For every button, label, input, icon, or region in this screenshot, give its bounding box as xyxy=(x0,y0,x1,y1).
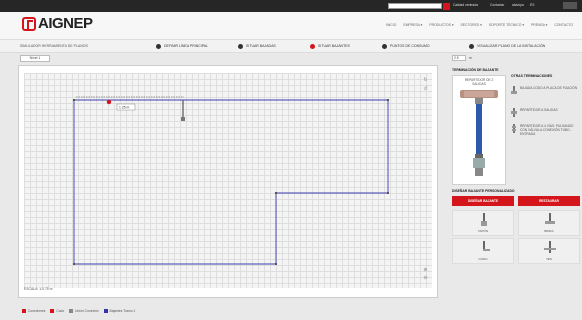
logo-text[interactable]: AIGNEP xyxy=(38,15,93,32)
brida-icon xyxy=(545,213,555,224)
nav-item-soporte[interactable]: SOPORTE TÉCNICO ▾ xyxy=(489,23,524,27)
step-dot-icon xyxy=(382,43,387,49)
bajante-tube-image xyxy=(460,90,498,176)
rotate-icon[interactable]: ↻ xyxy=(423,78,428,83)
nav-item-prensa[interactable]: PRENSA ▾ xyxy=(531,23,547,27)
fitting-codo[interactable]: CODO xyxy=(452,238,514,264)
length-input[interactable]: 2.5 xyxy=(452,55,466,61)
undo-icon[interactable]: ↺ xyxy=(423,87,428,92)
repartidor-icon xyxy=(511,108,517,117)
fitting-brida[interactable]: BRIDA xyxy=(518,210,580,236)
search-input[interactable] xyxy=(388,3,442,9)
custom-title: DISEÑAR BAJANTE PERSONALIZADO xyxy=(452,189,515,193)
option-repartidor-salidas[interactable]: REPARTIDOR A SALIDAS xyxy=(510,108,580,117)
legend-swatch xyxy=(22,309,26,314)
reset-button[interactable]: RESTAURAR xyxy=(518,196,580,206)
fitting-label: BRIDA xyxy=(544,229,554,233)
nav-item-productos[interactable]: PRODUCTOS ▾ xyxy=(429,23,453,27)
search-button[interactable] xyxy=(443,3,450,10)
length-unit: m xyxy=(469,56,472,60)
option-codo-placa[interactable]: BAJADA CODO A PLACA DE FIJACIÓN xyxy=(510,86,580,94)
step-4[interactable]: PUNTOS DE CONSUMO xyxy=(382,43,430,49)
main-nav: INICIO EMPRESA ▾ PRODUCTOS ▾ SECTORES ▾ … xyxy=(380,23,573,27)
user-icon[interactable] xyxy=(563,2,577,9)
top-link-quality[interactable]: Calidad centrada xyxy=(453,3,478,7)
legend-label: Conexiones xyxy=(28,309,46,313)
tes-icon xyxy=(544,241,556,253)
fitting-tapon[interactable]: TAPÓN xyxy=(452,210,514,236)
nav-item-empresa[interactable]: EMPRESA ▾ xyxy=(403,23,422,27)
step-3-active[interactable]: SITUAR BAJANTES xyxy=(310,43,350,49)
nav-item-sectores[interactable]: SECTORES ▾ xyxy=(461,23,482,27)
legend-label: Unión Conexión xyxy=(75,309,99,313)
tab-level-1[interactable]: Nivel 1 xyxy=(20,55,50,62)
design-bajante-button[interactable]: DISEÑAR BAJANTE xyxy=(452,196,514,206)
aignep-logo-icon[interactable] xyxy=(22,17,36,31)
options-title: OTRAS TERMINACIONES xyxy=(511,74,553,78)
tapon-icon xyxy=(481,213,487,226)
codo-fitting-icon xyxy=(483,241,490,251)
repartidor-4-icon xyxy=(512,124,516,133)
page-title: SIMULADOR HERRAMIENTA DE PLANOS xyxy=(20,44,88,48)
legend-swatch xyxy=(103,309,108,314)
top-bar: Calidad centrada Contactar aba/spa ES xyxy=(0,0,582,12)
legend-swatch xyxy=(50,309,55,314)
fitting-label: CODO xyxy=(478,257,488,261)
step-dot-icon xyxy=(156,43,161,49)
codo-icon xyxy=(511,86,517,94)
nav-item-inicio[interactable]: INICIO xyxy=(386,23,396,27)
step-dot-icon xyxy=(469,43,474,49)
nav-item-contacto[interactable]: CONTACTO xyxy=(554,23,573,27)
top-link-contact[interactable]: Contactar xyxy=(490,3,504,7)
top-link-es[interactable]: ES xyxy=(530,3,534,7)
legend-swatch xyxy=(69,309,74,314)
legend: Conexiones Codo Unión Conexión Bajantes … xyxy=(18,309,136,314)
zoom-in-icon[interactable]: ⊕ xyxy=(423,268,428,273)
step-1[interactable]: DEFINIR LÍNEA PRINCIPAL xyxy=(156,43,208,49)
option-repartidor-4-vias[interactable]: REPARTIDOR A 4 VÍAS: PULSANDO CON VÁLVUL… xyxy=(510,124,580,137)
legend-label: Bajantes Tramo 1 xyxy=(109,309,136,313)
scale-label: ESCALA: 1:0.75 m xyxy=(24,287,53,291)
step-2[interactable]: SITUAR BAJADAS xyxy=(238,43,276,49)
drawing-grid[interactable] xyxy=(24,73,432,288)
step-dot-icon xyxy=(238,43,243,49)
zoom-out-icon[interactable]: ⊖ xyxy=(423,276,428,281)
fitting-label: TAPÓN xyxy=(477,229,489,233)
terminal-title: TERMINACIÓN DE BAJANTE xyxy=(452,68,499,72)
legend-label: Codo xyxy=(56,309,65,313)
step-dot-icon xyxy=(310,43,315,49)
top-link-lang[interactable]: aba/spa xyxy=(512,3,524,7)
step-5[interactable]: VISUALIZAR PLANO DE LA INSTALACIÓN xyxy=(469,43,545,49)
fitting-label: TES xyxy=(546,257,552,261)
fitting-tes[interactable]: TES xyxy=(518,238,580,264)
preview-label: REPARTIDOR DE 2 SALIDAS xyxy=(464,78,494,86)
